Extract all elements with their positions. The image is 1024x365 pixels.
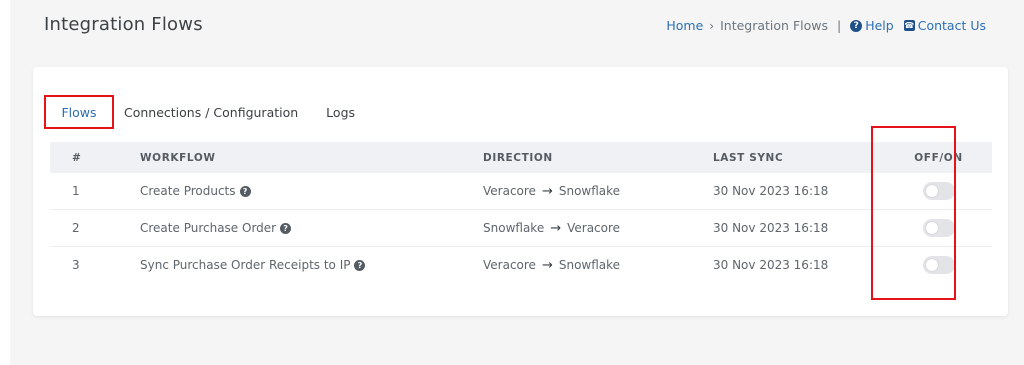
breadcrumb-current: Integration Flows bbox=[720, 18, 828, 33]
column-header-last-sync: LAST SYNC bbox=[713, 151, 784, 164]
workflow-name: Create Purchase Order bbox=[140, 221, 277, 235]
direction-to: Snowflake bbox=[558, 184, 621, 198]
workflow-cell: Create Products ? bbox=[140, 184, 483, 198]
question-circle-icon: ? bbox=[850, 19, 863, 32]
direction-to: Veracore bbox=[567, 221, 621, 235]
flow-toggle-switch[interactable] bbox=[922, 256, 955, 274]
contact-label: Contact Us bbox=[917, 18, 986, 33]
table-row: 1 Create Products ? Veracore → Snowflake… bbox=[50, 173, 992, 210]
question-circle-icon[interactable]: ? bbox=[280, 222, 292, 234]
direction-from: Veracore bbox=[483, 184, 536, 198]
contact-link[interactable]: ☎ Contact Us bbox=[903, 18, 986, 33]
direction-from: Veracore bbox=[483, 258, 536, 272]
column-header-workflow: WORKFLOW bbox=[140, 151, 216, 164]
direction-cell: Veracore → Snowflake bbox=[483, 258, 713, 273]
table-row: 3 Sync Purchase Order Receipts to IP ? V… bbox=[50, 247, 992, 283]
question-circle-icon[interactable]: ? bbox=[239, 185, 251, 197]
last-sync: 30 Nov 2023 16:18 bbox=[713, 258, 829, 272]
last-sync: 30 Nov 2023 16:18 bbox=[713, 184, 829, 198]
help-label: Help bbox=[865, 18, 894, 33]
phone-square-icon: ☎ bbox=[903, 20, 915, 31]
column-header-off-on: OFF/ON bbox=[914, 151, 963, 164]
arrow-right-icon: → bbox=[541, 257, 553, 273]
breadcrumb-home-link[interactable]: Home bbox=[666, 18, 703, 33]
help-link[interactable]: ? Help bbox=[850, 18, 894, 33]
breadcrumb-separator: › bbox=[709, 18, 715, 33]
page-title: Integration Flows bbox=[44, 14, 203, 35]
tab-logs[interactable]: Logs bbox=[312, 95, 369, 129]
tab-connections-configuration[interactable]: Connections / Configuration bbox=[114, 95, 312, 129]
last-sync: 30 Nov 2023 16:18 bbox=[713, 221, 829, 235]
toggle-knob bbox=[925, 222, 938, 234]
direction-to: Snowflake bbox=[558, 258, 621, 272]
flows-table: # WORKFLOW DIRECTION LAST SYNC OFF/ON 1 … bbox=[50, 142, 992, 283]
direction-cell: Veracore → Snowflake bbox=[483, 184, 713, 199]
question-circle-icon[interactable]: ? bbox=[354, 259, 366, 271]
row-number: 1 bbox=[72, 184, 80, 198]
column-header-direction: DIRECTION bbox=[483, 151, 553, 164]
workflow-cell: Sync Purchase Order Receipts to IP ? bbox=[140, 258, 483, 272]
tab-flows[interactable]: Flows bbox=[44, 95, 114, 129]
toggle-knob bbox=[925, 259, 938, 271]
toggle-cell bbox=[885, 219, 992, 237]
breadcrumb-pipe: | bbox=[837, 18, 842, 33]
workflow-cell: Create Purchase Order ? bbox=[140, 221, 483, 235]
toggle-cell bbox=[885, 256, 992, 274]
table-header: # WORKFLOW DIRECTION LAST SYNC OFF/ON bbox=[50, 142, 992, 173]
row-number: 2 bbox=[72, 221, 80, 235]
row-number: 3 bbox=[72, 258, 80, 272]
column-header-number: # bbox=[72, 151, 82, 164]
table-row: 2 Create Purchase Order ? Snowflake → Ve… bbox=[50, 210, 992, 247]
flow-toggle-switch[interactable] bbox=[922, 219, 955, 237]
tab-bar: Flows Connections / Configuration Logs bbox=[44, 95, 369, 129]
toggle-knob bbox=[925, 185, 938, 197]
flows-card: Flows Connections / Configuration Logs #… bbox=[33, 67, 1008, 316]
workflow-name: Create Products bbox=[140, 184, 236, 198]
workflow-name: Sync Purchase Order Receipts to IP bbox=[140, 258, 351, 272]
toggle-cell bbox=[885, 182, 992, 200]
arrow-right-icon: → bbox=[541, 183, 553, 199]
flow-toggle-switch[interactable] bbox=[922, 182, 955, 200]
arrow-right-icon: → bbox=[550, 220, 562, 236]
direction-cell: Snowflake → Veracore bbox=[483, 221, 713, 236]
direction-from: Snowflake bbox=[483, 221, 545, 235]
breadcrumb: Home › Integration Flows | ? Help ☎ Cont… bbox=[666, 18, 986, 33]
